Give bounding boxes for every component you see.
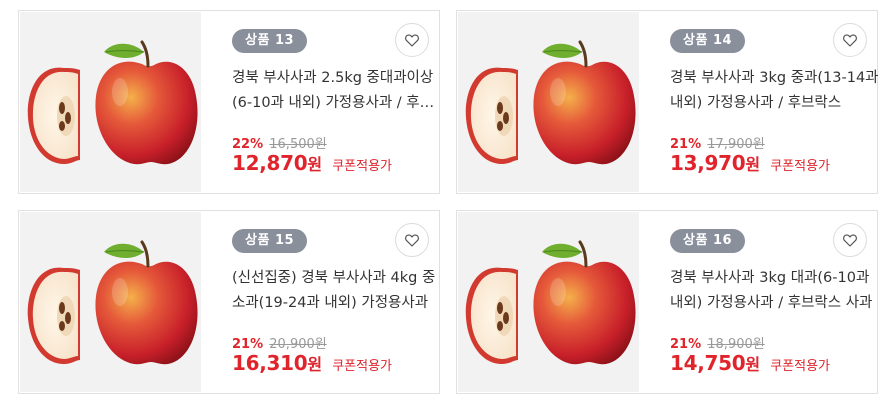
price-row: 12,870원 쿠폰적용가 bbox=[232, 151, 392, 175]
discount-rate: 21% bbox=[232, 337, 264, 352]
apple-image bbox=[27, 240, 198, 365]
heart-outline-icon bbox=[843, 233, 857, 247]
wishlist-button[interactable] bbox=[395, 223, 429, 257]
coupon-label: 쿠폰적용가 bbox=[332, 159, 393, 174]
heart-outline-icon bbox=[405, 233, 419, 247]
discount-row: 21% 18,900원 bbox=[670, 333, 765, 352]
product-card[interactable]: 상품 13 경북 부사사과 2.5kg 중대과이상(6-10과 내외) 가정용사… bbox=[18, 10, 440, 194]
sale-price: 12,870 bbox=[232, 151, 308, 175]
heart-outline-icon bbox=[843, 33, 857, 47]
product-image[interactable] bbox=[20, 12, 201, 192]
sale-price: 14,750 bbox=[670, 351, 746, 375]
product-card[interactable]: 상품 14 경북 부사사과 3kg 중과(13-14과 내외) 가정용사과 / … bbox=[456, 10, 879, 194]
discount-row: 22% 16,500원 bbox=[232, 133, 327, 152]
product-image[interactable] bbox=[20, 212, 201, 392]
product-badge: 상품 16 bbox=[670, 229, 746, 253]
wishlist-button[interactable] bbox=[395, 23, 429, 57]
sale-price: 13,970 bbox=[670, 151, 746, 175]
product-badge: 상품 14 bbox=[670, 29, 746, 53]
discount-rate: 21% bbox=[670, 137, 702, 152]
price-row: 14,750원 쿠폰적용가 bbox=[670, 351, 830, 375]
currency-unit: 원 bbox=[307, 155, 323, 174]
apple-image bbox=[27, 40, 198, 165]
product-info: 상품 15 (신선집중) 경북 부사사과 4kg 중소과(19-24과 내외) … bbox=[215, 211, 439, 393]
original-price: 16,500원 bbox=[269, 137, 327, 152]
coupon-label: 쿠폰적용가 bbox=[770, 359, 831, 374]
product-title[interactable]: 경북 부사사과 3kg 대과(6-10과 내외) 가정용사과 / 후브락스 사과 bbox=[670, 266, 882, 316]
product-info: 상품 14 경북 부사사과 3kg 중과(13-14과 내외) 가정용사과 / … bbox=[653, 11, 879, 193]
currency-unit: 원 bbox=[745, 355, 761, 374]
sale-price: 16,310 bbox=[232, 351, 308, 375]
product-grid: 상품 13 경북 부사사과 2.5kg 중대과이상(6-10과 내외) 가정용사… bbox=[0, 0, 888, 400]
product-badge: 상품 15 bbox=[232, 229, 308, 253]
apple-image bbox=[465, 240, 636, 365]
product-card[interactable]: 상품 15 (신선집중) 경북 부사사과 4kg 중소과(19-24과 내외) … bbox=[18, 210, 440, 394]
product-badge: 상품 13 bbox=[232, 29, 308, 53]
product-image[interactable] bbox=[458, 12, 639, 192]
discount-rate: 22% bbox=[232, 137, 264, 152]
heart-outline-icon bbox=[405, 33, 419, 47]
product-image[interactable] bbox=[458, 212, 639, 392]
product-info: 상품 16 경북 부사사과 3kg 대과(6-10과 내외) 가정용사과 / 후… bbox=[653, 211, 877, 393]
price-row: 13,970원 쿠폰적용가 bbox=[670, 151, 830, 175]
currency-unit: 원 bbox=[307, 355, 323, 374]
original-price: 18,900원 bbox=[707, 337, 765, 352]
wishlist-button[interactable] bbox=[833, 223, 867, 257]
discount-row: 21% 17,900원 bbox=[670, 133, 765, 152]
product-info: 상품 13 경북 부사사과 2.5kg 중대과이상(6-10과 내외) 가정용사… bbox=[215, 11, 439, 193]
discount-rate: 21% bbox=[670, 337, 702, 352]
original-price: 17,900원 bbox=[707, 137, 765, 152]
original-price: 20,900원 bbox=[269, 337, 327, 352]
currency-unit: 원 bbox=[745, 155, 761, 174]
product-title[interactable]: 경북 부사사과 3kg 중과(13-14과 내외) 가정용사과 / 후브락스 bbox=[670, 66, 882, 116]
wishlist-button[interactable] bbox=[833, 23, 867, 57]
apple-image bbox=[465, 40, 636, 165]
product-title[interactable]: 경북 부사사과 2.5kg 중대과이상(6-10과 내외) 가정용사과 / 후브… bbox=[232, 66, 444, 116]
price-row: 16,310원 쿠폰적용가 bbox=[232, 351, 392, 375]
coupon-label: 쿠폰적용가 bbox=[332, 359, 393, 374]
coupon-label: 쿠폰적용가 bbox=[770, 159, 831, 174]
product-card[interactable]: 상품 16 경북 부사사과 3kg 대과(6-10과 내외) 가정용사과 / 후… bbox=[456, 210, 878, 394]
discount-row: 21% 20,900원 bbox=[232, 333, 327, 352]
product-title[interactable]: (신선집중) 경북 부사사과 4kg 중소과(19-24과 내외) 가정용사과 bbox=[232, 266, 444, 316]
